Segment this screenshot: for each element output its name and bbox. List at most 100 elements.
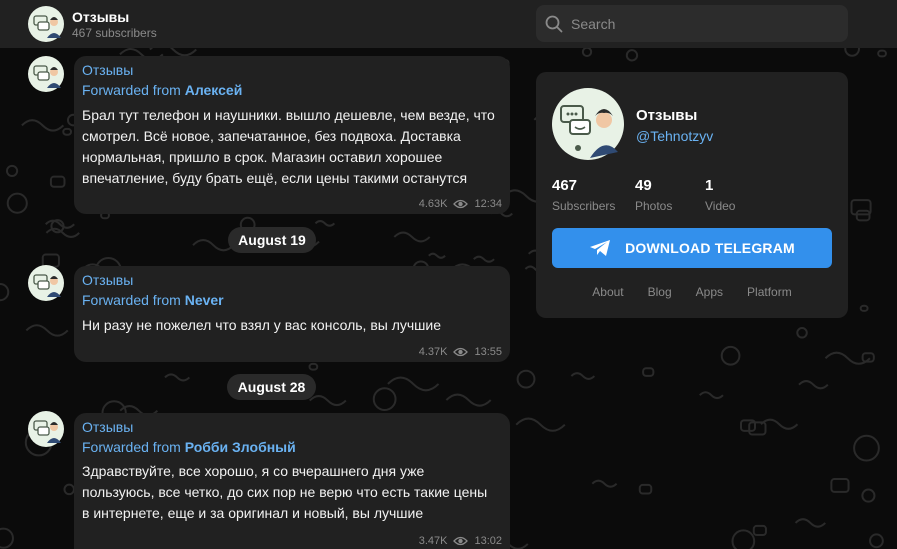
channel-handle-link[interactable]: @Tehnotzyv: [636, 128, 713, 144]
message-text-line: в интернете, еще и за оригинал и новый, …: [82, 505, 424, 521]
message-text-line: впечатление, буду брать ещё, если цены т…: [82, 170, 468, 186]
message-text-line: Здравствуйте, все хорошо, я со вчерашнег…: [82, 463, 425, 479]
background-doodle: [869, 533, 884, 549]
background-doodle: [428, 252, 446, 259]
message-text: Ни разу не пожелел что взял у вас консол…: [82, 315, 496, 336]
forwarded-source[interactable]: Never: [185, 292, 224, 308]
forwarded-source[interactable]: Робби Злобный: [185, 439, 296, 455]
background-doodle: [164, 373, 191, 382]
channel-avatar-icon[interactable]: [28, 6, 64, 42]
date-separator: August 28: [227, 374, 316, 400]
background-doodle: [49, 175, 66, 188]
channel-info-card: Отзывы @Tehnotzyv 467 Subscribers 49 Pho…: [536, 72, 848, 318]
message-author[interactable]: Отзывы: [82, 419, 133, 435]
background-doodle: [0, 527, 14, 549]
background-doodle: [850, 199, 872, 216]
card-channel-title: Отзывы: [636, 107, 698, 124]
message-time: 13:02: [474, 535, 502, 547]
background-doodle: [830, 478, 850, 493]
message-meta: 4.37K 13:55: [419, 346, 502, 358]
message-text: Брал тут телефон и наушники. вышло дешев…: [82, 105, 496, 189]
forwarded-prefix: Forwarded from: [82, 439, 185, 455]
background-doodle: [794, 518, 826, 528]
message-avatar-icon[interactable]: [28, 56, 64, 92]
stat-value: 49: [635, 177, 652, 194]
background-doodle: [752, 524, 767, 537]
message-bubble[interactable]: Отзывы Forwarded from Алексей Брал тут т…: [74, 56, 510, 214]
forwarded-prefix: Forwarded from: [82, 82, 185, 98]
footer-link-about[interactable]: About: [592, 285, 623, 299]
message-meta: 3.47K 13:02: [419, 535, 502, 547]
message-text-line: Брал тут телефон и наушники. вышло дешев…: [82, 107, 495, 123]
forwarded-source[interactable]: Алексей: [185, 82, 243, 98]
background-doodle: [309, 395, 347, 407]
message-time: 13:55: [474, 346, 502, 358]
stat-label: Photos: [635, 199, 673, 213]
message-text-line: смотрел. Всё новое, запечатанное, без по…: [82, 128, 461, 144]
message-bubble[interactable]: Отзывы Forwarded from Робби Злобный Здра…: [74, 413, 510, 549]
background-doodle: [699, 391, 724, 400]
message-author[interactable]: Отзывы: [82, 62, 133, 78]
footer-link-apps[interactable]: Apps: [696, 285, 723, 299]
forwarded-from: Forwarded from Never: [82, 292, 224, 308]
background-doodle: [45, 219, 75, 229]
background-doodle: [642, 367, 655, 377]
background-doodle: [387, 376, 440, 392]
telegram-plane-icon: [590, 240, 611, 256]
channel-avatar-large-icon: [552, 88, 624, 160]
background-doodle: [393, 231, 431, 243]
background-doodle: [6, 192, 28, 214]
background-doodle: [308, 362, 319, 371]
background-doodle: [855, 209, 871, 222]
message-author[interactable]: Отзывы: [82, 272, 133, 288]
message-time: 12:34: [474, 198, 502, 210]
background-doodle: [625, 49, 639, 62]
search-input[interactable]: [571, 5, 841, 42]
background-doodle: [62, 127, 73, 136]
footer-link-platform[interactable]: Platform: [747, 285, 792, 299]
message-avatar-icon[interactable]: [28, 265, 64, 301]
background-doodle: [516, 369, 536, 389]
stat-value: 1: [705, 177, 714, 194]
eye-icon: [453, 536, 469, 546]
stat-subscribers: 467 Subscribers: [552, 177, 615, 213]
background-doodle: [720, 345, 741, 366]
background-doodle: [25, 324, 69, 337]
message-meta: 4.63K 12:34: [419, 198, 502, 210]
message-text-line: Ни разу не пожелел что взял у вас консол…: [82, 317, 442, 333]
footer-link-blog[interactable]: Blog: [648, 285, 672, 299]
background-doodle: [5, 164, 19, 178]
message-text-line: нормальная, пришло в срок. Магазин остав…: [82, 149, 443, 165]
message-views: 3.47K: [418, 535, 448, 547]
background-doodle: [149, 48, 197, 57]
download-button-label: DOWNLOAD TELEGRAM: [625, 240, 795, 256]
stat-photos[interactable]: 49 Photos: [635, 177, 672, 213]
background-doodle: [844, 48, 860, 57]
background-doodle: [314, 220, 336, 227]
forwarded-prefix: Forwarded from: [82, 292, 185, 308]
background-doodle: [859, 304, 869, 312]
background-doodle: [798, 380, 829, 390]
background-doodle: [748, 421, 767, 436]
message-bubble[interactable]: Отзывы Forwarded from Never Ни разу не п…: [74, 266, 510, 362]
eye-icon: [453, 347, 469, 357]
background-doodle: [515, 417, 566, 432]
background-doodle: [63, 483, 75, 496]
stat-video[interactable]: 1 Video: [705, 177, 735, 213]
background-doodle: [638, 483, 653, 495]
background-doodle: [877, 49, 887, 58]
forwarded-from: Forwarded from Робби Злобный: [82, 439, 296, 455]
stat-label: Subscribers: [552, 199, 616, 213]
message-text: Здравствуйте, все хорошо, я со вчерашнег…: [82, 461, 496, 524]
channel-subscribers: 467 subscribers: [72, 26, 157, 40]
download-telegram-button[interactable]: DOWNLOAD TELEGRAM: [552, 228, 832, 268]
message-avatar-icon[interactable]: [28, 411, 64, 447]
search-icon: [545, 15, 563, 33]
background-doodle: [581, 48, 593, 58]
search-box[interactable]: [536, 5, 848, 42]
message-views: 4.37K: [418, 346, 448, 358]
background-doodle: [21, 119, 65, 132]
background-doodle: [861, 488, 876, 503]
background-doodle: [0, 282, 10, 302]
background-doodle: [796, 327, 808, 339]
